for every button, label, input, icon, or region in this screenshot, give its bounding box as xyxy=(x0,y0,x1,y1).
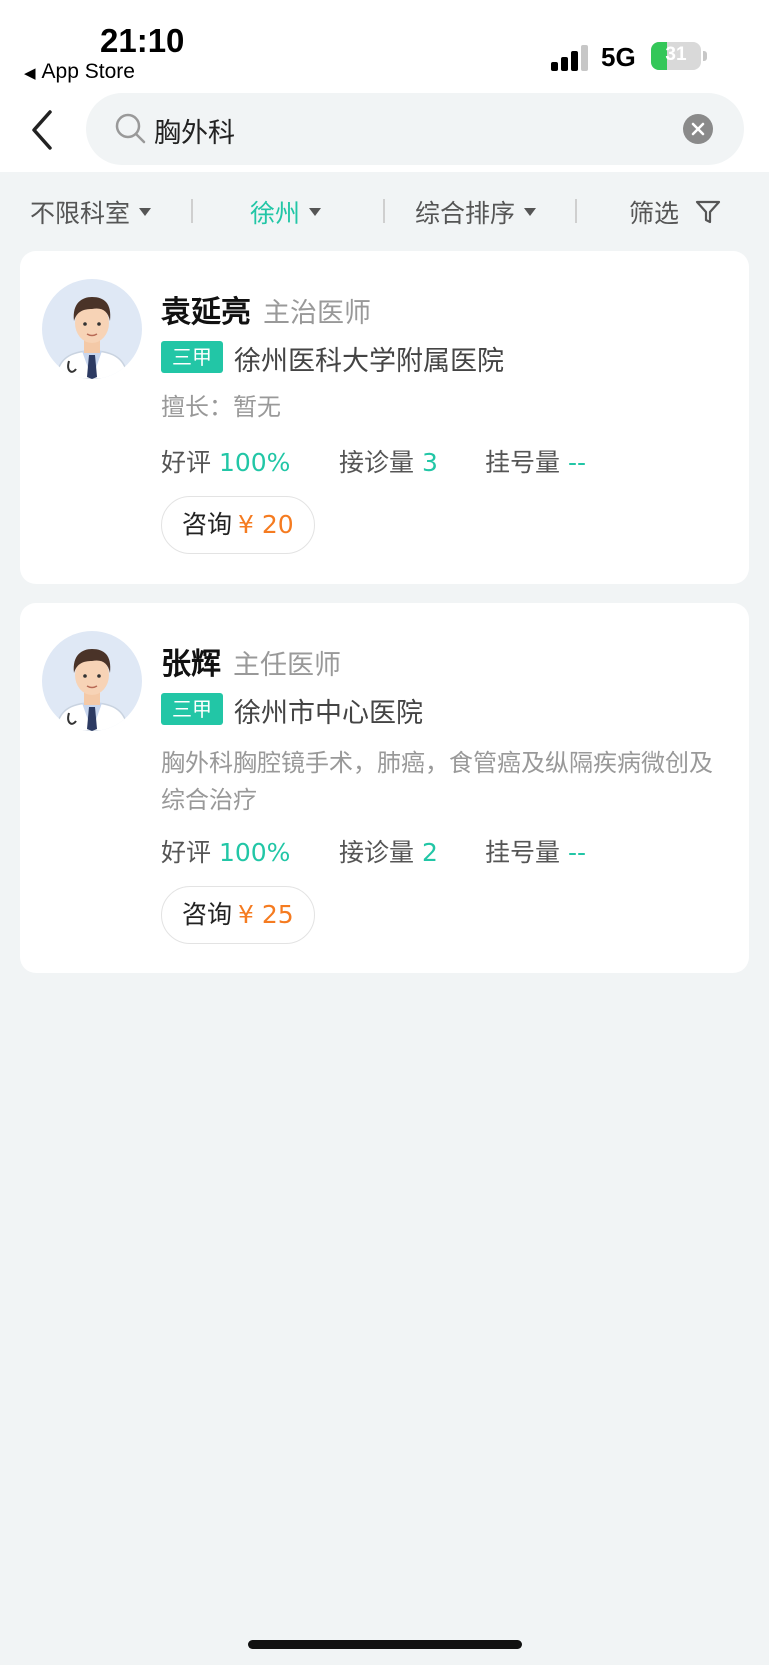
doctor-name-text: 袁延亮 xyxy=(161,295,251,330)
consults-value: 2 xyxy=(421,838,438,867)
rating-value: 100% xyxy=(218,838,291,867)
doctor-title: 主任医师 xyxy=(233,650,341,681)
battery-level: 31 xyxy=(665,44,687,65)
registrations-label: 挂号量 xyxy=(485,448,561,477)
home-indicator[interactable] xyxy=(248,1640,522,1649)
search-icon xyxy=(114,112,148,146)
doctor-name: 张辉 主任医师 xyxy=(161,639,341,683)
filter-city-label: 徐州 xyxy=(250,199,301,228)
search-query: 胸外科 xyxy=(154,118,235,149)
rating-stat: 好评 100% xyxy=(161,443,290,479)
search-input[interactable]: 胸外科 xyxy=(86,93,744,165)
consult-button[interactable]: 咨询 ¥ 20 xyxy=(161,496,315,554)
consults-value: 3 xyxy=(421,448,438,477)
consults-label: 接诊量 xyxy=(339,838,415,867)
doctor-name-text: 张辉 xyxy=(161,647,221,682)
consult-label: 咨询 xyxy=(182,510,233,539)
rating-label: 好评 xyxy=(161,448,212,477)
expertise: 擅长：暂无 xyxy=(161,393,281,421)
filter-sort-label: 综合排序 xyxy=(415,199,516,228)
registrations-stat: 挂号量 -- xyxy=(485,833,586,869)
consult-price: ¥ 20 xyxy=(238,510,294,539)
filter-city[interactable]: 徐州 xyxy=(250,194,322,230)
registrations-value: -- xyxy=(567,448,587,477)
signal-icon xyxy=(551,44,591,71)
filter-bar: 不限科室 徐州 综合排序 筛选 xyxy=(0,172,769,252)
divider xyxy=(191,199,193,223)
hospital-name: 徐州医科大学附属医院 xyxy=(234,346,504,377)
back-arrow-icon[interactable] xyxy=(26,108,62,152)
consult-button[interactable]: 咨询 ¥ 25 xyxy=(161,886,315,944)
battery-icon: 31 xyxy=(651,42,701,70)
rating-stat: 好评 100% xyxy=(161,833,290,869)
consult-label: 咨询 xyxy=(182,900,233,929)
consults-stat: 接诊量 2 xyxy=(339,833,438,869)
doctor-card[interactable]: 张辉 主任医师 三甲 徐州市中心医院 胸外科胸腔镜手术，肺癌，食管癌及纵隔疾病微创… xyxy=(20,603,749,973)
hospital-name: 徐州市中心医院 xyxy=(234,698,423,729)
registrations-stat: 挂号量 -- xyxy=(485,443,586,479)
filter-sort[interactable]: 综合排序 xyxy=(415,194,537,230)
doctor-name: 袁延亮 主治医师 xyxy=(161,287,371,331)
filter-department-label: 不限科室 xyxy=(30,199,131,228)
caret-down-icon xyxy=(139,208,152,216)
filter-screen[interactable]: 筛选 xyxy=(629,194,721,230)
rating-value: 100% xyxy=(218,448,291,477)
consult-price: ¥ 25 xyxy=(238,900,294,929)
avatar xyxy=(42,631,142,731)
back-triangle-icon: ◀ xyxy=(24,65,36,82)
funnel-icon xyxy=(695,200,721,224)
caret-down-icon xyxy=(524,208,537,216)
status-time: 21:10 xyxy=(100,22,185,59)
caret-down-icon xyxy=(309,208,322,216)
network-type: 5G xyxy=(601,42,636,72)
rating-label: 好评 xyxy=(161,838,212,867)
clear-icon[interactable] xyxy=(683,114,713,144)
consults-stat: 接诊量 3 xyxy=(339,443,438,479)
divider xyxy=(575,199,577,223)
consults-label: 接诊量 xyxy=(339,448,415,477)
filter-screen-label: 筛选 xyxy=(629,199,680,228)
divider xyxy=(383,199,385,223)
filter-department[interactable]: 不限科室 xyxy=(30,194,152,230)
back-app-label: App Store xyxy=(41,60,135,83)
doctor-card[interactable]: 袁延亮 主治医师 三甲 徐州医科大学附属医院 擅长：暂无 好评 100% 接诊量 … xyxy=(20,251,749,584)
registrations-label: 挂号量 xyxy=(485,838,561,867)
header: 21:10 ◀ App Store 5G 31 胸外科 xyxy=(0,0,769,172)
battery-cap xyxy=(703,51,707,61)
avatar xyxy=(42,279,142,379)
doctor-title: 主治医师 xyxy=(263,298,371,329)
back-to-app-link[interactable]: ◀ App Store xyxy=(24,60,135,84)
hospital-grade-badge: 三甲 xyxy=(161,693,223,725)
registrations-value: -- xyxy=(567,838,587,867)
expertise: 胸外科胸腔镜手术，肺癌，食管癌及纵隔疾病微创及综合治疗 xyxy=(161,749,713,814)
hospital-grade-badge: 三甲 xyxy=(161,341,223,373)
